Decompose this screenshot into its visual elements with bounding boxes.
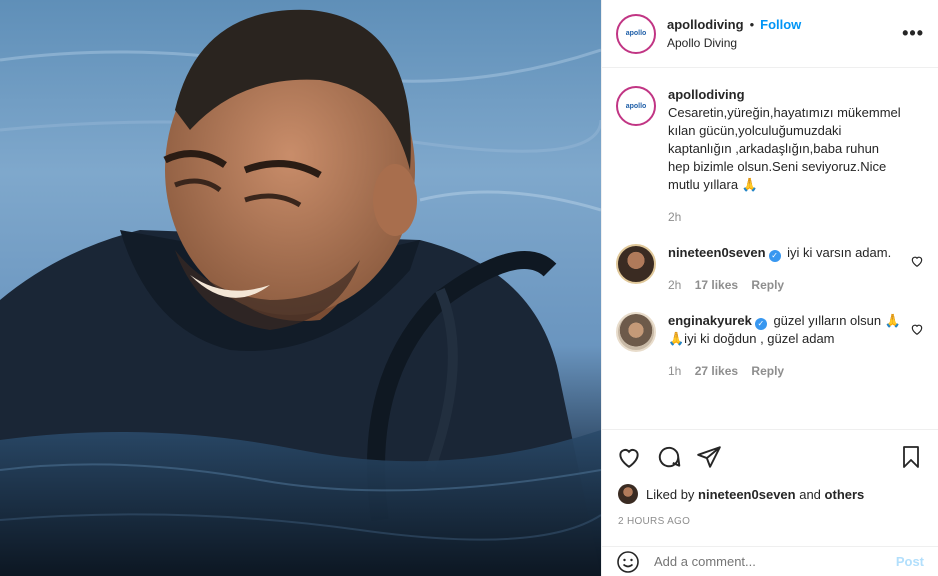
separator-dot: • <box>749 17 755 32</box>
action-bar <box>602 430 938 484</box>
heart-icon[interactable] <box>910 322 924 336</box>
liked-by-prefix: Liked by <box>646 486 695 502</box>
post-photo[interactable] <box>0 0 601 576</box>
post-header: apollo apollodiving • Follow Apollo Divi… <box>602 0 938 68</box>
comment-body: nineteen0seven ✓ iyi ki varsın adam. 2h 1… <box>668 244 924 294</box>
header-subtitle[interactable]: Apollo Diving <box>667 36 902 50</box>
caption: apollo apollodiving Cesaretin,yüreğin,ha… <box>616 86 924 226</box>
like-button[interactable] <box>614 442 644 472</box>
comment-input[interactable] <box>654 554 896 569</box>
comment-likes[interactable]: 27 likes <box>695 364 738 378</box>
comment-button[interactable] <box>654 442 684 472</box>
save-button[interactable] <box>896 442 926 472</box>
liked-by-others[interactable]: others <box>825 487 865 502</box>
comment-avatar[interactable] <box>616 244 656 284</box>
share-button[interactable] <box>694 442 724 472</box>
comment-time[interactable]: 1h <box>668 364 681 378</box>
caption-text: Cesaretin,yüreğin,hayatımızı mükemmel kı… <box>668 105 901 192</box>
post-modal: apollo apollodiving • Follow Apollo Divi… <box>0 0 938 576</box>
caption-username[interactable]: apollodiving <box>668 87 745 102</box>
caption-meta: 2h <box>668 208 902 226</box>
diver-photo-illustration <box>0 9 601 576</box>
comment-item: nineteen0seven ✓ iyi ki varsın adam. 2h 1… <box>616 244 924 294</box>
follow-button[interactable]: Follow <box>760 17 801 32</box>
bookmark-icon <box>903 446 919 468</box>
post-timestamp[interactable]: 2 HOURS AGO <box>602 504 938 527</box>
avatar-logo: apollo <box>620 17 652 50</box>
header-row: apollodiving • Follow <box>667 17 902 32</box>
liked-by-line: Liked by nineteen0seven and others <box>602 484 938 504</box>
heart-icon[interactable] <box>910 254 924 268</box>
liked-by-user[interactable]: nineteen0seven <box>698 487 796 502</box>
caption-body: apollodiving Cesaretin,yüreğin,hayatımız… <box>668 86 924 226</box>
liked-by-and: and <box>799 486 821 502</box>
comment-likes[interactable]: 17 likes <box>695 278 738 292</box>
heart-icon <box>619 449 639 468</box>
reply-button[interactable]: Reply <box>751 364 784 378</box>
comments-list[interactable]: apollo apollodiving Cesaretin,yüreğin,ha… <box>602 68 938 430</box>
account-avatar[interactable]: apollo <box>616 13 656 54</box>
comment-item: enginakyurek ✓ güzel yılların olsun 🙏🙏iyi… <box>616 312 924 380</box>
comment-time[interactable]: 2h <box>668 278 681 292</box>
share-icon <box>697 446 721 468</box>
add-comment-bar: Post <box>602 546 938 576</box>
caption-avatar-logo: apollo <box>620 90 652 122</box>
header-text: apollodiving • Follow Apollo Diving <box>667 17 902 50</box>
liker-avatar[interactable] <box>618 484 638 504</box>
comment-avatar[interactable] <box>616 312 656 352</box>
comment-body: enginakyurek ✓ güzel yılların olsun 🙏🙏iyi… <box>668 312 924 380</box>
header-username[interactable]: apollodiving <box>667 17 744 32</box>
emoji-icon[interactable] <box>616 550 640 574</box>
reply-button[interactable]: Reply <box>751 278 784 292</box>
comment-icon <box>658 446 681 468</box>
comment-username[interactable]: nineteen0seven <box>668 245 766 260</box>
comment-meta: 1h 27 likes Reply <box>668 362 902 380</box>
comment-username[interactable]: enginakyurek <box>668 313 752 328</box>
caption-time[interactable]: 2h <box>668 210 681 224</box>
verified-icon: ✓ <box>754 318 767 330</box>
comment-text: iyi ki varsın adam. <box>787 245 892 260</box>
comment-meta: 2h 17 likes Reply <box>668 276 902 294</box>
more-icon[interactable]: ••• <box>902 23 924 44</box>
verified-icon: ✓ <box>768 250 781 262</box>
caption-avatar[interactable]: apollo <box>616 86 656 126</box>
post-comment-button[interactable]: Post <box>896 554 924 569</box>
post-sidebar: apollo apollodiving • Follow Apollo Divi… <box>601 0 938 576</box>
